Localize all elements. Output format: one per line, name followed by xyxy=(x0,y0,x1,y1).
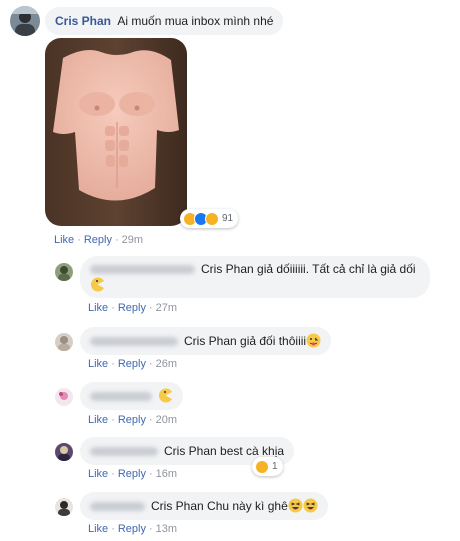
reply-actions: Like · Reply · 13m xyxy=(88,523,178,535)
reply-actions: Like · Reply · 27m xyxy=(88,302,178,314)
reply-text: giả đối thôiiii xyxy=(240,334,307,348)
reply-mention[interactable]: Cris Phan xyxy=(184,334,237,348)
blurred-name xyxy=(90,337,178,347)
like-link[interactable]: Like xyxy=(88,414,108,426)
reply-avatar[interactable] xyxy=(55,263,73,281)
tongue-emoji-icon xyxy=(306,333,321,348)
comment-time[interactable]: 26m xyxy=(156,358,177,370)
like-link[interactable]: Like xyxy=(88,468,108,480)
reply-link[interactable]: Reply xyxy=(118,302,146,314)
reply-text: best cà khịa xyxy=(220,444,285,458)
like-link[interactable]: Like xyxy=(88,358,108,370)
reply-text: Chu này kì ghê xyxy=(207,499,288,513)
reply-link[interactable]: Reply xyxy=(118,523,146,535)
reply-bubble: Cris Phan giả dốiiiiii. Tất cả chỉ là gi… xyxy=(80,256,430,298)
reply-avatar[interactable] xyxy=(55,333,73,351)
reply-mention[interactable]: Cris Phan xyxy=(164,444,217,458)
reply-mention[interactable]: Cris Phan xyxy=(151,499,204,513)
comment-time[interactable]: 16m xyxy=(156,468,177,480)
like-link[interactable]: Like xyxy=(88,523,108,535)
comment-time[interactable]: 13m xyxy=(156,523,177,535)
laughing-emoji-icon xyxy=(303,498,318,513)
reply-link[interactable]: Reply xyxy=(84,234,112,246)
post-author-name[interactable]: Cris Phan xyxy=(55,14,111,28)
post-text: Ai muốn mua inbox mình nhé xyxy=(117,14,274,28)
reply-avatar[interactable] xyxy=(55,443,73,461)
reaction-count: 1 xyxy=(272,461,278,472)
pacman-emoji-icon xyxy=(90,277,105,292)
reply-actions: Like · Reply · 20m xyxy=(88,414,178,426)
reply-bubble: Cris Phan giả đối thôiiii xyxy=(80,327,332,355)
wow-icon xyxy=(205,211,219,226)
reply-bubble: Cris Phan Chu này kì ghê xyxy=(80,492,328,520)
blurred-name xyxy=(90,265,195,275)
post-reactions[interactable]: 91 xyxy=(180,209,239,228)
post-actions: Like · Reply · 29m xyxy=(54,234,144,246)
laughing-emoji-icon xyxy=(288,498,303,513)
comment-time[interactable]: 29m xyxy=(122,234,143,246)
post-comment-bubble: Cris Phan Ai muốn mua inbox mình nhé xyxy=(45,7,284,35)
pacman-emoji-icon xyxy=(158,388,173,403)
like-link[interactable]: Like xyxy=(54,234,74,246)
reply-avatar[interactable] xyxy=(55,388,73,406)
blurred-name xyxy=(90,447,158,457)
post-photo[interactable] xyxy=(45,38,187,226)
reply-actions: Like · Reply · 26m xyxy=(88,358,178,370)
comment-time[interactable]: 27m xyxy=(156,302,177,314)
blurred-name xyxy=(90,392,152,402)
reply-mention[interactable]: Cris Phan xyxy=(201,262,254,276)
reply-link[interactable]: Reply xyxy=(118,414,146,426)
reply-text: giả dốiiiiii. Tất cả chỉ là giả dối xyxy=(257,262,416,276)
comment-time[interactable]: 20m xyxy=(156,414,177,426)
reply-link[interactable]: Reply xyxy=(118,358,146,370)
reply-reactions[interactable]: 1 xyxy=(252,457,283,476)
haha-icon xyxy=(255,459,269,474)
blurred-name xyxy=(90,502,145,512)
reply-bubble xyxy=(80,382,183,410)
reply-avatar[interactable] xyxy=(55,498,73,516)
reply-actions: Like · Reply · 16m xyxy=(88,468,178,480)
reply-link[interactable]: Reply xyxy=(118,468,146,480)
like-link[interactable]: Like xyxy=(88,302,108,314)
reaction-count: 91 xyxy=(222,213,234,224)
post-author-avatar[interactable] xyxy=(10,6,40,36)
